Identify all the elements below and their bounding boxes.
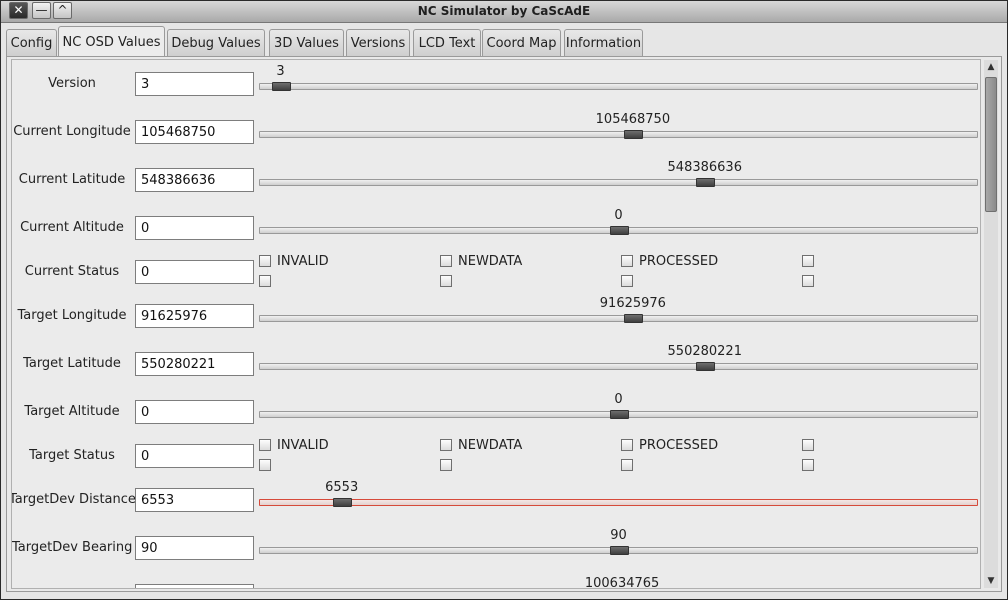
targetdev-distance-label: TargetDev Distance <box>11 492 136 507</box>
target-longitude-slider-value: 91625976 <box>599 296 666 311</box>
target-altitude-slider-value: 0 <box>614 392 623 407</box>
current-longitude-field[interactable] <box>135 120 254 144</box>
version-label: Version <box>48 76 96 91</box>
partial-row-field[interactable] <box>135 584 254 588</box>
current-longitude-slider[interactable]: 105468750 <box>259 112 978 139</box>
target-latitude-slider-thumb[interactable] <box>695 362 715 371</box>
tab-3d-values[interactable]: 3D Values <box>269 29 344 56</box>
current-status-label: Current Status <box>24 264 120 279</box>
current-status-processed-label: PROCESSED <box>639 254 719 269</box>
tab-lcd-text[interactable]: LCD Text <box>413 29 481 56</box>
targetdev-distance-field[interactable] <box>135 488 254 512</box>
target-status-label: Target Status <box>29 448 115 463</box>
targetdev-bearing-field[interactable] <box>135 536 254 560</box>
current-status-bit4-checkbox[interactable] <box>802 255 814 267</box>
current-latitude-slider-value: 548386636 <box>667 160 742 175</box>
target-status-processed-label: PROCESSED <box>639 438 719 453</box>
tab-debug-values[interactable]: Debug Values <box>167 29 265 56</box>
current-longitude-label: Current Longitude <box>13 124 131 139</box>
target-latitude-label: Target Latitude <box>23 356 121 371</box>
current-longitude-slider-value: 105468750 <box>595 112 671 127</box>
current-status-processed-checkbox[interactable] <box>621 255 633 267</box>
target-status-processed-checkbox[interactable] <box>621 439 633 451</box>
target-status-bit4-checkbox[interactable] <box>802 439 814 451</box>
target-altitude-field[interactable] <box>135 400 254 424</box>
tab-versions[interactable]: Versions <box>346 29 410 56</box>
current-altitude-slider[interactable]: 0 <box>259 208 978 235</box>
current-status-bit8-checkbox[interactable] <box>802 275 814 287</box>
targetdev-distance-slider[interactable]: 6553 <box>259 480 978 507</box>
targetdev-bearing-slider-thumb[interactable] <box>609 546 629 555</box>
target-latitude-slider-track <box>259 363 978 370</box>
target-status-bit7-checkbox[interactable] <box>621 459 633 471</box>
target-status-newdata-checkbox[interactable] <box>440 439 452 451</box>
target-latitude-slider-value: 550280221 <box>667 344 742 359</box>
target-longitude-slider-thumb[interactable] <box>623 314 643 323</box>
version-field[interactable] <box>135 72 254 96</box>
current-status-newdata-checkbox[interactable] <box>440 255 452 267</box>
values-scroll-area: Version 3 Current Longitude 105468750 Cu… <box>11 59 981 589</box>
version-slider-track <box>259 83 978 90</box>
current-status-bit6-checkbox[interactable] <box>440 275 452 287</box>
version-slider-thumb[interactable] <box>271 82 291 91</box>
current-latitude-label: Current Latitude <box>18 172 126 187</box>
targetdev-distance-slider-track <box>259 499 978 506</box>
current-latitude-slider-thumb[interactable] <box>695 178 715 187</box>
target-status-bit6-checkbox[interactable] <box>440 459 452 471</box>
target-status-bit8-checkbox[interactable] <box>802 459 814 471</box>
targetdev-bearing-slider[interactable]: 90 <box>259 528 978 555</box>
current-status-invalid-checkbox[interactable] <box>259 255 271 267</box>
tab-panel: Version 3 Current Longitude 105468750 Cu… <box>6 56 1002 592</box>
target-altitude-label: Target Altitude <box>24 404 120 419</box>
partial-row-slider-value: 100634765 <box>584 576 660 589</box>
target-status-newdata-label: NEWDATA <box>458 438 523 453</box>
scrollbar-thumb[interactable] <box>985 77 997 212</box>
version-slider[interactable]: 3 <box>259 64 978 91</box>
version-slider-value: 3 <box>276 64 285 79</box>
current-latitude-field[interactable] <box>135 168 254 192</box>
current-latitude-slider-track <box>259 179 978 186</box>
current-longitude-slider-thumb[interactable] <box>623 130 643 139</box>
app-window: ✕ — ^ NC Simulator by CaScAdE Config NC … <box>0 0 1008 600</box>
vertical-scrollbar[interactable]: ▲ ▼ <box>984 60 998 588</box>
target-latitude-slider[interactable]: 550280221 <box>259 344 978 371</box>
current-status-newdata-label: NEWDATA <box>458 254 523 269</box>
scroll-down-arrow-icon[interactable]: ▼ <box>984 574 998 588</box>
current-latitude-slider[interactable]: 548386636 <box>259 160 978 187</box>
partial-row-slider[interactable]: 100634765 <box>259 576 978 589</box>
targetdev-bearing-slider-value: 90 <box>610 528 627 543</box>
targetdev-distance-slider-value: 6553 <box>325 480 359 495</box>
target-status-field[interactable] <box>135 444 254 468</box>
current-status-bit5-checkbox[interactable] <box>259 275 271 287</box>
targetdev-bearing-label: TargetDev Bearing <box>12 540 133 555</box>
target-status-invalid-label: INVALID <box>277 438 329 453</box>
current-status-invalid-label: INVALID <box>277 254 329 269</box>
target-altitude-slider-thumb[interactable] <box>609 410 629 419</box>
target-altitude-slider[interactable]: 0 <box>259 392 978 419</box>
target-longitude-slider-track <box>259 315 978 322</box>
tab-information[interactable]: Information <box>564 29 643 56</box>
current-status-field[interactable] <box>135 260 254 284</box>
current-altitude-slider-value: 0 <box>614 208 623 223</box>
current-altitude-slider-thumb[interactable] <box>609 226 629 235</box>
tab-config[interactable]: Config <box>6 29 57 56</box>
current-longitude-slider-track <box>259 131 978 138</box>
tab-coord-map[interactable]: Coord Map <box>482 29 561 56</box>
window-title: NC Simulator by CaScAdE <box>417 4 591 18</box>
targetdev-distance-slider-thumb[interactable] <box>332 498 352 507</box>
current-altitude-label: Current Altitude <box>20 220 124 235</box>
scroll-up-arrow-icon[interactable]: ▲ <box>984 60 998 74</box>
current-altitude-field[interactable] <box>135 216 254 240</box>
current-status-bit7-checkbox[interactable] <box>621 275 633 287</box>
target-status-bit5-checkbox[interactable] <box>259 459 271 471</box>
title-bar: ✕ — ^ NC Simulator by CaScAdE <box>1 1 1007 23</box>
tab-nc-osd-values[interactable]: NC OSD Values <box>58 26 165 57</box>
target-longitude-field[interactable] <box>135 304 254 328</box>
target-longitude-slider[interactable]: 91625976 <box>259 296 978 323</box>
target-longitude-label: Target Longitude <box>17 308 127 323</box>
target-latitude-field[interactable] <box>135 352 254 376</box>
target-status-invalid-checkbox[interactable] <box>259 439 271 451</box>
